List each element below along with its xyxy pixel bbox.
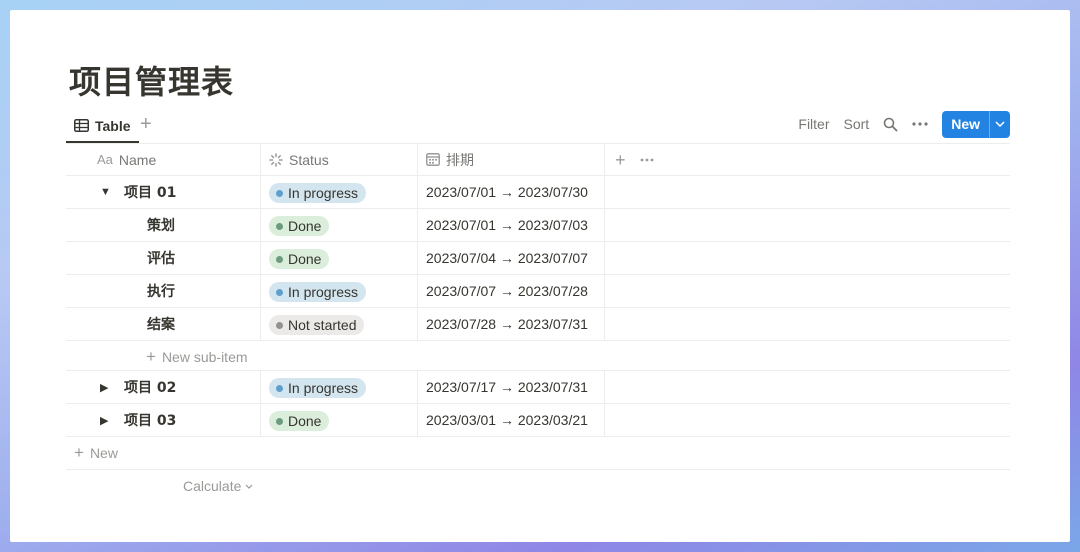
add-property-icon[interactable]: + xyxy=(615,151,626,169)
toggle-collapsed-icon[interactable]: ▶ xyxy=(100,371,108,403)
status-dot xyxy=(276,417,283,425)
status-dot xyxy=(276,321,283,329)
column-status-label: Status xyxy=(289,151,329,168)
date-range[interactable]: 2023/07/17 → 2023/07/31 xyxy=(426,371,588,403)
plus-icon: + xyxy=(74,443,84,462)
status-badge[interactable]: Done xyxy=(269,411,330,431)
status-spinner-icon xyxy=(269,152,283,167)
column-header-status[interactable]: Status xyxy=(261,144,418,175)
status-label: Done xyxy=(288,413,322,429)
status-badge[interactable]: Done xyxy=(269,216,330,236)
property-options-icon[interactable] xyxy=(640,158,654,162)
date-range[interactable]: 2023/07/01 → 2023/07/03 xyxy=(426,209,588,241)
status-badge[interactable]: Not started xyxy=(269,315,365,335)
calculate-row: Calculate xyxy=(66,470,1010,503)
new-button[interactable]: New xyxy=(942,110,1010,138)
calendar-icon xyxy=(426,153,440,166)
column-header-name[interactable]: Aa Name xyxy=(66,144,261,175)
row-name[interactable]: 评估 xyxy=(147,242,175,274)
column-header-actions: + xyxy=(605,144,1010,175)
table-row[interactable]: ▼ 项目 01 In progress 2023/07/01 → 2023/07… xyxy=(66,176,1010,209)
row-name[interactable]: 结案 xyxy=(147,308,175,340)
status-label: In progress xyxy=(288,185,359,201)
page-title: 项目管理表 xyxy=(69,63,235,101)
column-date-label: 排期 xyxy=(446,152,474,169)
status-label: In progress xyxy=(288,284,359,300)
new-row-button[interactable]: + New xyxy=(74,437,118,469)
status-dot xyxy=(276,288,283,296)
status-badge[interactable]: In progress xyxy=(269,378,367,398)
status-label: Done xyxy=(288,251,322,267)
text-property-icon: Aa xyxy=(97,152,113,167)
chevron-down-icon[interactable] xyxy=(990,121,1010,127)
date-range[interactable]: 2023/07/01 → 2023/07/30 xyxy=(426,176,588,208)
table-header: Aa Name Status 排期 + xyxy=(66,143,1010,176)
status-dot xyxy=(276,384,283,392)
add-view-icon[interactable]: + xyxy=(140,114,152,134)
table-row[interactable]: 策划 Done 2023/07/01 → 2023/07/03 xyxy=(66,209,1010,242)
date-range[interactable]: 2023/07/04 → 2023/07/07 xyxy=(426,242,588,274)
plus-icon: + xyxy=(146,347,156,366)
search-icon[interactable] xyxy=(883,117,898,132)
page-card: 项目管理表 Table + Filter Sort New Aa Name St… xyxy=(10,10,1070,542)
row-name[interactable]: 项目 01 xyxy=(124,176,176,208)
row-name[interactable]: 项目 03 xyxy=(124,404,176,436)
status-label: Not started xyxy=(288,317,357,333)
table-row[interactable]: 执行 In progress 2023/07/07 → 2023/07/28 xyxy=(66,275,1010,308)
toggle-collapsed-icon[interactable]: ▶ xyxy=(100,404,108,436)
status-label: In progress xyxy=(288,380,359,396)
date-range[interactable]: 2023/03/01 → 2023/03/21 xyxy=(426,404,588,436)
database-table: Aa Name Status 排期 + ▼ 项目 01 In progress … xyxy=(66,143,1010,503)
column-name-label: Name xyxy=(118,151,157,168)
status-dot xyxy=(276,255,283,263)
status-badge[interactable]: Done xyxy=(269,249,330,269)
date-range[interactable]: 2023/07/28 → 2023/07/31 xyxy=(426,308,588,340)
new-sub-item-label: New sub-item xyxy=(161,349,248,365)
table-row[interactable]: ▶ 项目 03 Done 2023/03/01 → 2023/03/21 xyxy=(66,404,1010,437)
new-sub-item-row[interactable]: + New sub-item xyxy=(66,341,1010,371)
more-options-icon[interactable] xyxy=(912,122,928,126)
toolbar: Filter Sort New xyxy=(784,110,1010,138)
table-row[interactable]: 评估 Done 2023/07/04 → 2023/07/07 xyxy=(66,242,1010,275)
toggle-expanded-icon[interactable]: ▼ xyxy=(100,176,111,208)
status-dot xyxy=(276,222,283,230)
table-row[interactable]: 结案 Not started 2023/07/28 → 2023/07/31 xyxy=(66,308,1010,341)
tab-table[interactable]: Table xyxy=(66,110,139,143)
new-button-label: New xyxy=(951,116,980,132)
sort-button[interactable]: Sort xyxy=(844,116,870,132)
chevron-down-icon xyxy=(245,484,253,489)
row-name[interactable]: 项目 02 xyxy=(124,371,176,403)
status-label: Done xyxy=(288,218,322,234)
new-sub-item-button[interactable]: + New sub-item xyxy=(146,341,248,373)
column-header-date[interactable]: 排期 xyxy=(418,144,605,175)
table-row[interactable]: ▶ 项目 02 In progress 2023/07/17 → 2023/07… xyxy=(66,371,1010,404)
calculate-label: Calculate xyxy=(183,478,242,494)
row-name[interactable]: 执行 xyxy=(147,275,175,307)
calculate-button[interactable]: Calculate xyxy=(183,470,253,502)
filter-button[interactable]: Filter xyxy=(798,116,829,132)
status-badge[interactable]: In progress xyxy=(269,282,367,302)
new-row-label: New xyxy=(89,445,118,461)
date-range[interactable]: 2023/07/07 → 2023/07/28 xyxy=(426,275,588,307)
status-badge[interactable]: In progress xyxy=(269,183,367,203)
tab-table-label: Table xyxy=(95,117,131,134)
status-dot xyxy=(276,189,283,197)
table-icon xyxy=(74,119,89,132)
new-row[interactable]: + New xyxy=(66,437,1010,470)
row-name[interactable]: 策划 xyxy=(147,209,175,241)
